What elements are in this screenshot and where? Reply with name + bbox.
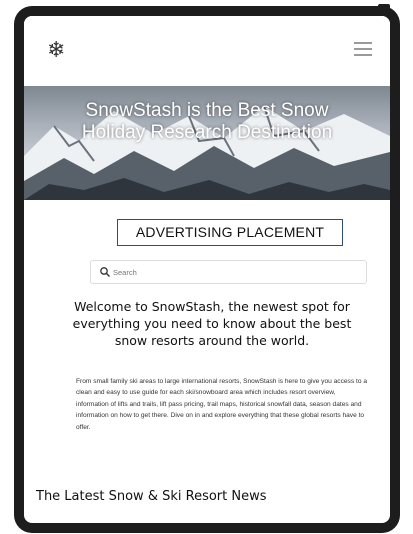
top-nav: ❄	[24, 16, 390, 86]
hero-title: SnowStash is the Best Snow Holiday Resea…	[81, 100, 333, 143]
hero-banner: SnowStash is the Best Snow Holiday Resea…	[24, 86, 390, 200]
snowflake-icon[interactable]: ❄	[47, 40, 65, 62]
camera-notch	[378, 4, 390, 14]
search-box[interactable]	[90, 260, 367, 284]
advertising-placement[interactable]: ADVERTISING PLACEMENT	[117, 219, 343, 246]
hamburger-menu-icon[interactable]	[354, 42, 372, 56]
menu-line	[354, 42, 372, 44]
menu-line	[354, 54, 372, 56]
search-icon	[100, 267, 110, 277]
menu-line	[354, 48, 372, 50]
intro-paragraph: From small family ski areas to large int…	[76, 378, 367, 431]
search-input[interactable]	[113, 263, 353, 281]
screen: ❄ SnowStash is the Best Snow Holiday Res…	[24, 16, 390, 523]
news-heading: The Latest Snow & Ski Resort News	[36, 489, 267, 504]
welcome-heading: Welcome to SnowStash, the newest spot fo…	[72, 299, 352, 348]
tablet-frame: ❄ SnowStash is the Best Snow Holiday Res…	[14, 4, 400, 533]
